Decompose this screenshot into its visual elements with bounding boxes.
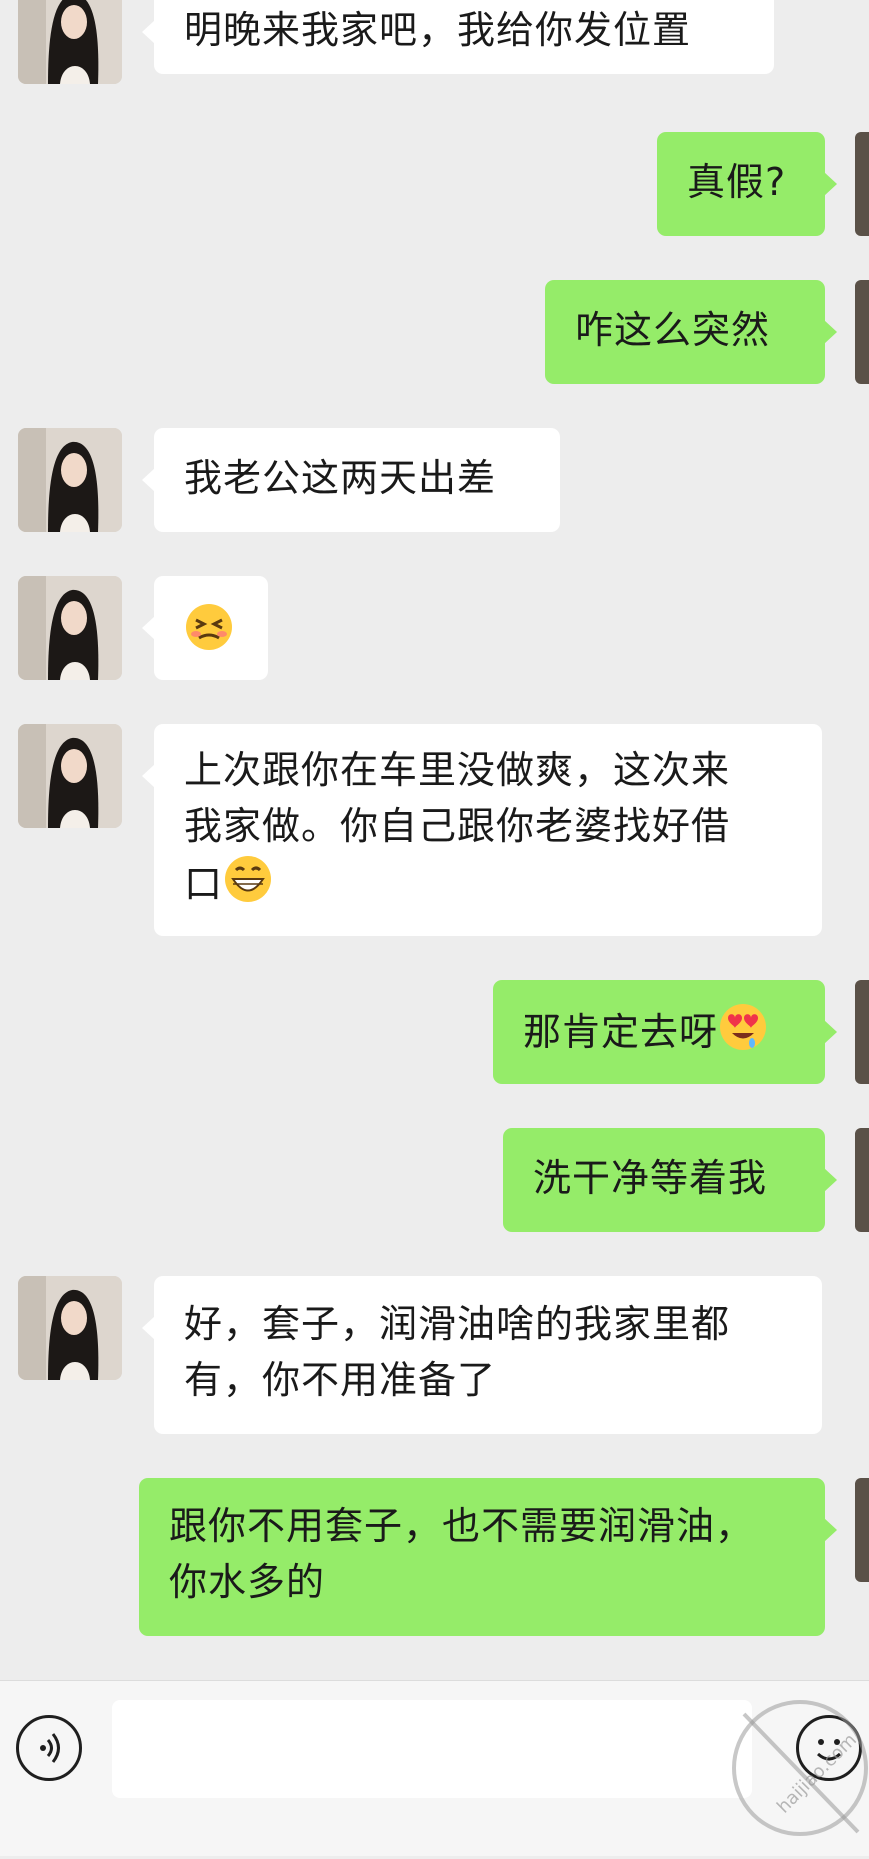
heart-eyes-drooling-emoji: [718, 1002, 768, 1067]
message-text-line: 你水多的: [169, 1560, 326, 1604]
contact-avatar[interactable]: [18, 576, 122, 680]
message-bubble[interactable]: 上次跟你在车里没做爽，这次来 我家做。你自己跟你老婆找好借 口: [142, 724, 822, 936]
message-text: 真假?: [687, 160, 787, 204]
message-bubble[interactable]: 真假?: [657, 132, 837, 236]
message-text-line: 我家做。你自己跟你老婆找好借: [184, 804, 731, 848]
message-text: 明晚来我家吧，我给你发位置: [184, 8, 692, 52]
voice-icon[interactable]: [16, 1715, 82, 1781]
persevering-face-emoji: [184, 602, 234, 667]
message-bubble[interactable]: 我老公这两天出差: [142, 428, 560, 532]
message-text-line: 口: [184, 862, 224, 906]
self-avatar[interactable]: [855, 980, 869, 1084]
chat-message-list: 明晚来我家吧，我给你发位置 真假? 咋这么突然 我老公这两天出差 上次跟你在车里…: [0, 0, 869, 1680]
self-avatar[interactable]: [855, 1478, 869, 1582]
message-bubble[interactable]: 那肯定去呀: [493, 980, 837, 1084]
message-text: 那肯定去呀: [523, 1010, 719, 1054]
message-text-line: 有，你不用准备了: [184, 1358, 497, 1402]
self-avatar[interactable]: [855, 1128, 869, 1232]
message-bubble[interactable]: 明晚来我家吧，我给你发位置: [142, 0, 774, 74]
message-text: 咋这么突然: [575, 308, 771, 352]
message-text-line: 上次跟你在车里没做爽，这次来: [184, 748, 731, 792]
message-bubble[interactable]: 洗干净等着我: [503, 1128, 837, 1232]
message-input[interactable]: [112, 1700, 752, 1798]
contact-avatar[interactable]: [18, 1276, 122, 1380]
message-bubble[interactable]: 好，套子，润滑油啥的我家里都 有，你不用准备了: [142, 1276, 822, 1434]
message-text-line: 好，套子，润滑油啥的我家里都: [184, 1302, 731, 1346]
self-avatar[interactable]: [855, 280, 869, 384]
emoji-smiley-icon[interactable]: [796, 1715, 862, 1781]
contact-avatar[interactable]: [18, 0, 122, 84]
message-text-line: 跟你不用套子，也不需要润滑油，: [169, 1504, 755, 1548]
contact-avatar[interactable]: [18, 428, 122, 532]
grinning-face-emoji: [223, 854, 273, 919]
message-text: 我老公这两天出差: [184, 456, 497, 500]
message-bubble[interactable]: [142, 576, 268, 680]
self-avatar[interactable]: [855, 132, 869, 236]
message-text: 洗干净等着我: [533, 1156, 768, 1200]
message-bubble[interactable]: 跟你不用套子，也不需要润滑油， 你水多的: [139, 1478, 837, 1636]
message-bubble[interactable]: 咋这么突然: [545, 280, 837, 384]
contact-avatar[interactable]: [18, 724, 122, 828]
